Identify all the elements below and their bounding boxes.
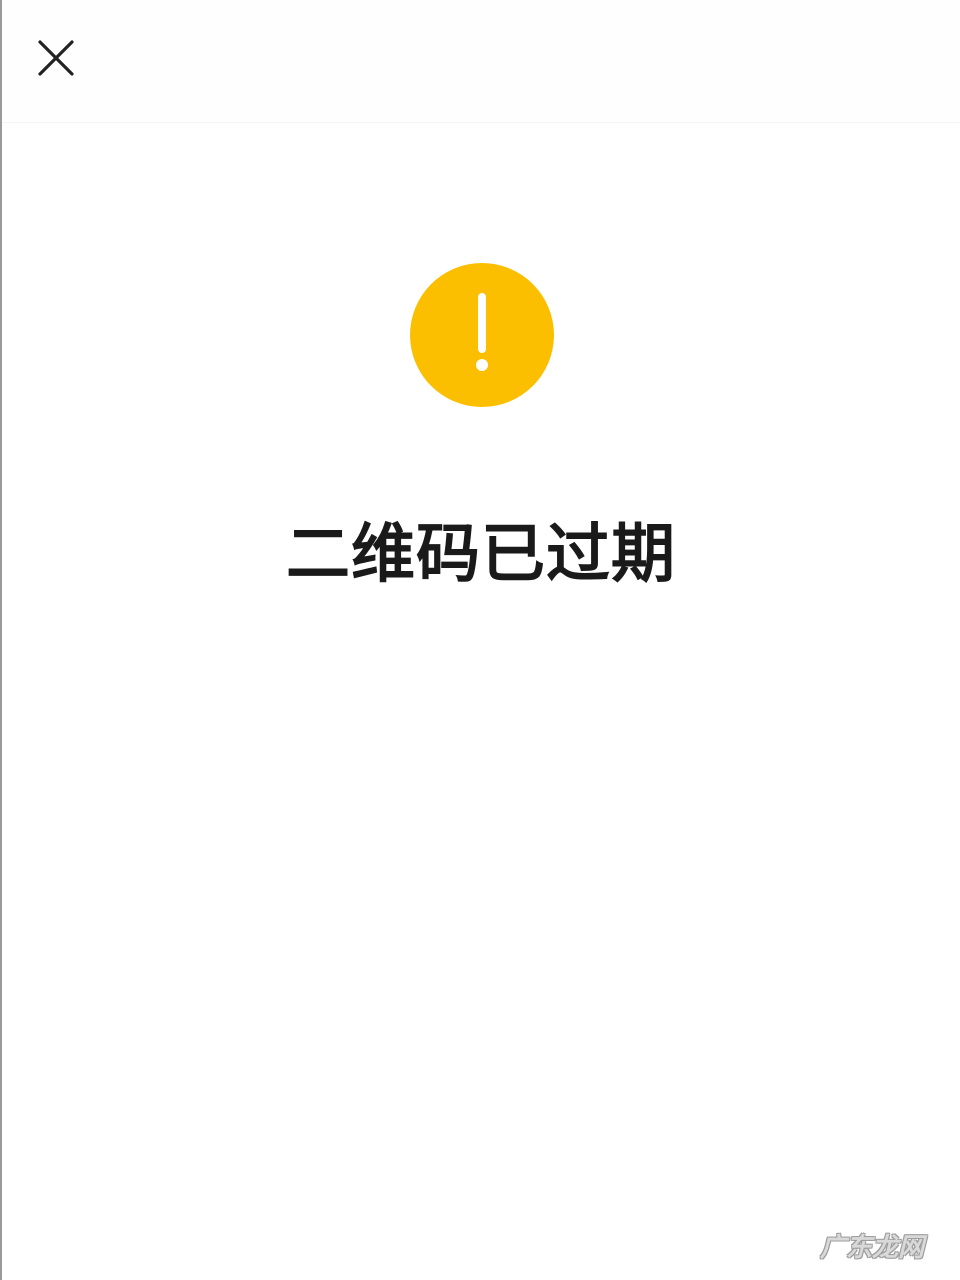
exclamation-icon <box>410 263 554 407</box>
close-button[interactable] <box>32 34 80 82</box>
watermark: 广东龙网 <box>819 1233 924 1263</box>
top-bar <box>2 0 960 123</box>
close-icon <box>38 40 74 76</box>
status-title: 二维码已过期 <box>286 518 676 592</box>
qr-expired-screen: 二维码已过期 广东龙网 <box>0 0 960 1280</box>
